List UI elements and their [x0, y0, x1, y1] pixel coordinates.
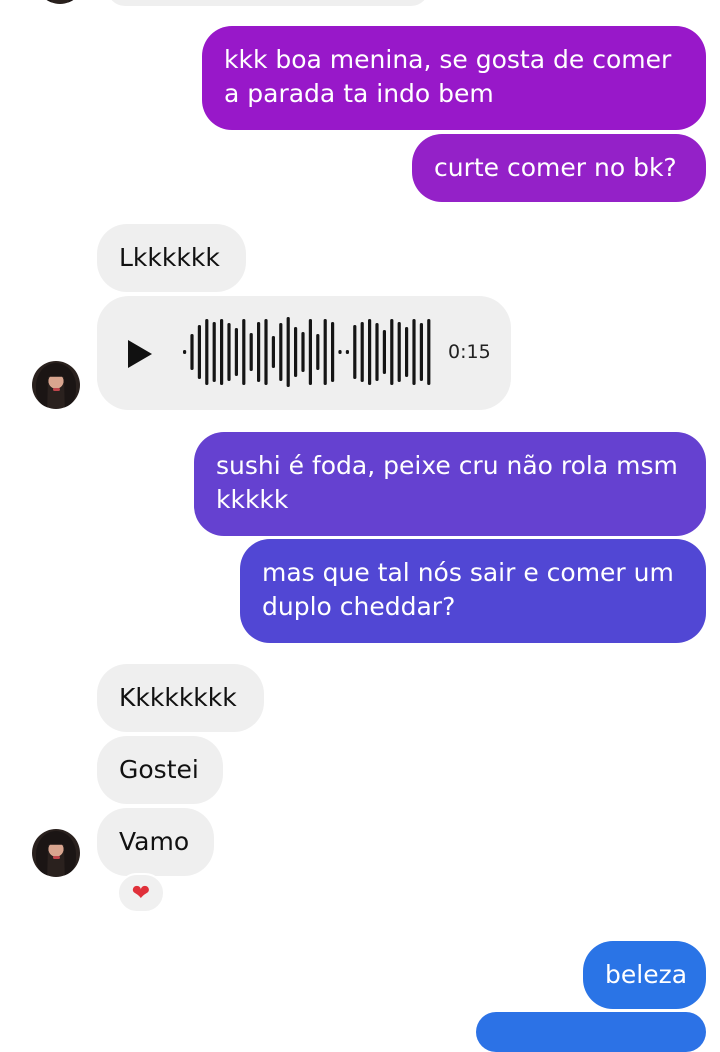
message-line: kkkkk: [216, 485, 289, 514]
incoming-bubble-partial: [107, 0, 429, 6]
play-icon[interactable]: [128, 340, 152, 368]
waveform-bar: [234, 328, 238, 376]
waveform-bar: [242, 319, 246, 385]
waveform-bar: [257, 322, 261, 382]
message-line: Kkkkkkkk: [119, 683, 237, 712]
outgoing-message[interactable]: kkk boa menina, se gosta de comer a para…: [202, 26, 706, 130]
waveform-bar: [345, 350, 349, 354]
waveform-bar: [190, 334, 194, 370]
waveform-bar: [375, 323, 379, 381]
message-line: Lkkkkkk: [119, 243, 220, 272]
contact-avatar[interactable]: [32, 361, 80, 409]
waveform-bar: [264, 319, 268, 385]
outgoing-message[interactable]: sushi é foda, peixe cru não rola msm kkk…: [194, 432, 706, 536]
waveform-bar: [294, 327, 298, 377]
message-line: kkk boa menina, se gosta de comer: [224, 45, 672, 74]
waveform-bar: [360, 322, 364, 382]
waveform-bar: [301, 332, 305, 372]
waveform-bar: [405, 327, 409, 377]
waveform-bar: [308, 319, 312, 385]
message-line: a parada ta indo bem: [224, 79, 494, 108]
message-line: beleza: [605, 960, 688, 989]
incoming-message[interactable]: Gostei: [97, 736, 223, 804]
waveform-bar: [331, 322, 335, 382]
message-line: Vamo: [119, 827, 190, 856]
waveform-bar: [419, 323, 423, 381]
waveform-bar: [279, 323, 283, 381]
message-line: curte comer no bk?: [434, 153, 677, 182]
waveform-bar: [286, 317, 290, 387]
message-line: duplo cheddar?: [262, 592, 456, 621]
waveform-bar: [390, 319, 394, 385]
waveform-bar: [227, 323, 231, 381]
waveform-bar: [382, 330, 386, 374]
waveform-bar: [271, 336, 275, 368]
voice-duration: 0:15: [448, 341, 491, 363]
outgoing-message[interactable]: mas que tal nós sair e comer um duplo ch…: [240, 539, 706, 643]
avatar-partial: [36, 0, 84, 4]
incoming-message[interactable]: Lkkkkkk: [97, 224, 246, 292]
waveform-bar: [183, 350, 187, 354]
waveform-bar: [220, 319, 224, 385]
incoming-message[interactable]: Vamo: [97, 808, 214, 876]
waveform-bar: [368, 319, 372, 385]
message-line: sushi é foda, peixe cru não rola msm: [216, 451, 678, 480]
heart-icon[interactable]: ❤: [117, 873, 165, 913]
incoming-message[interactable]: Kkkkkkkk: [97, 664, 264, 732]
waveform-bar: [205, 319, 209, 385]
voice-message[interactable]: 0:15: [97, 296, 511, 410]
waveform-bar: [212, 322, 216, 382]
waveform-bar: [316, 334, 320, 370]
waveform-bar: [197, 325, 201, 379]
contact-avatar[interactable]: [32, 829, 80, 877]
outgoing-message[interactable]: beleza: [583, 941, 706, 1009]
waveform-bar: [353, 325, 357, 379]
outgoing-bubble-partial: [476, 1012, 706, 1052]
message-line: Gostei: [119, 755, 199, 784]
message-line: mas que tal nós sair e comer um: [262, 558, 674, 587]
waveform-bar: [427, 319, 431, 385]
waveform-bar: [249, 333, 253, 371]
waveform-bar: [323, 319, 327, 385]
outgoing-message[interactable]: curte comer no bk?: [412, 134, 706, 202]
waveform-bar: [338, 350, 342, 354]
waveform-bar: [412, 319, 416, 385]
waveform-bar: [397, 322, 401, 382]
audio-waveform[interactable]: [181, 316, 441, 388]
